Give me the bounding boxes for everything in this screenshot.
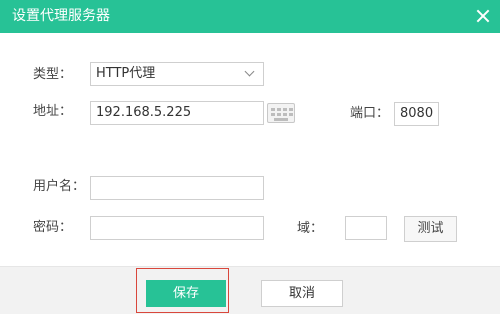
password-input[interactable] (90, 216, 264, 240)
proxy-type-select[interactable]: HTTP代理 (90, 62, 264, 86)
dialog-footer (0, 266, 500, 314)
keyboard-icon[interactable] (267, 102, 295, 124)
port-input[interactable]: 8080 (394, 102, 439, 126)
domain-input[interactable] (345, 216, 387, 240)
chevron-down-icon (245, 68, 255, 78)
username-label: 用户名： (33, 179, 86, 194)
username-input[interactable] (90, 176, 264, 200)
cancel-button[interactable]: 取消 (261, 280, 343, 307)
port-value: 8080 (400, 106, 434, 121)
domain-label: 域： (297, 221, 324, 236)
save-button[interactable]: 保存 (146, 280, 226, 307)
test-button[interactable]: 测试 (404, 216, 457, 242)
type-label: 类型： (33, 67, 73, 82)
proxy-type-value: HTTP代理 (96, 66, 156, 81)
address-input[interactable]: 192.168.5.225 (90, 101, 264, 125)
address-label: 地址： (33, 104, 73, 119)
port-label: 端口： (350, 106, 390, 121)
close-icon[interactable] (472, 5, 494, 27)
address-value: 192.168.5.225 (96, 105, 192, 120)
dialog-titlebar: 设置代理服务器 (0, 0, 500, 33)
password-label: 密码： (33, 220, 73, 235)
dialog-title: 设置代理服务器 (12, 8, 110, 24)
